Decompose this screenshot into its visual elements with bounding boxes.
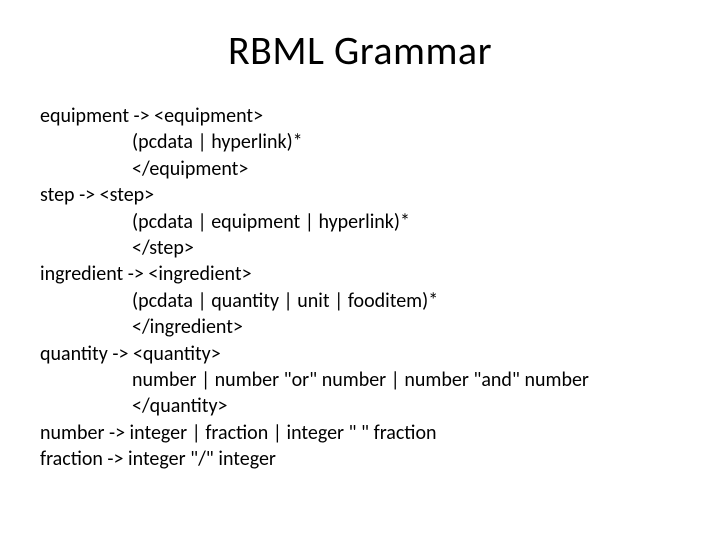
rule-fraction-head: fraction -> integer "/" integer <box>40 446 680 472</box>
rule-equipment-head: equipment -> <equipment> <box>40 103 680 129</box>
page-title: RBML Grammar <box>40 26 680 75</box>
rule-ingredient-close: </ingredient> <box>40 314 680 340</box>
rule-number-head: number -> integer | fraction | integer "… <box>40 420 680 446</box>
rule-quantity-body: number | number "or" number | number "an… <box>40 367 680 393</box>
rule-step-close: </step> <box>40 235 680 261</box>
rule-quantity-close: </quantity> <box>40 393 680 419</box>
rule-equipment-close: </equipment> <box>40 156 680 182</box>
rule-quantity-head: quantity -> <quantity> <box>40 341 680 367</box>
rule-ingredient-head: ingredient -> <ingredient> <box>40 261 680 287</box>
slide: RBML Grammar equipment -> <equipment> (p… <box>0 0 720 540</box>
rule-ingredient-body: (pcdata | quantity | unit | fooditem)* <box>40 288 680 314</box>
rule-step-body: (pcdata | equipment | hyperlink)* <box>40 209 680 235</box>
rule-step-head: step -> <step> <box>40 182 680 208</box>
rule-equipment-body: (pcdata | hyperlink)* <box>40 129 680 155</box>
grammar-block: equipment -> <equipment> (pcdata | hyper… <box>40 103 680 472</box>
